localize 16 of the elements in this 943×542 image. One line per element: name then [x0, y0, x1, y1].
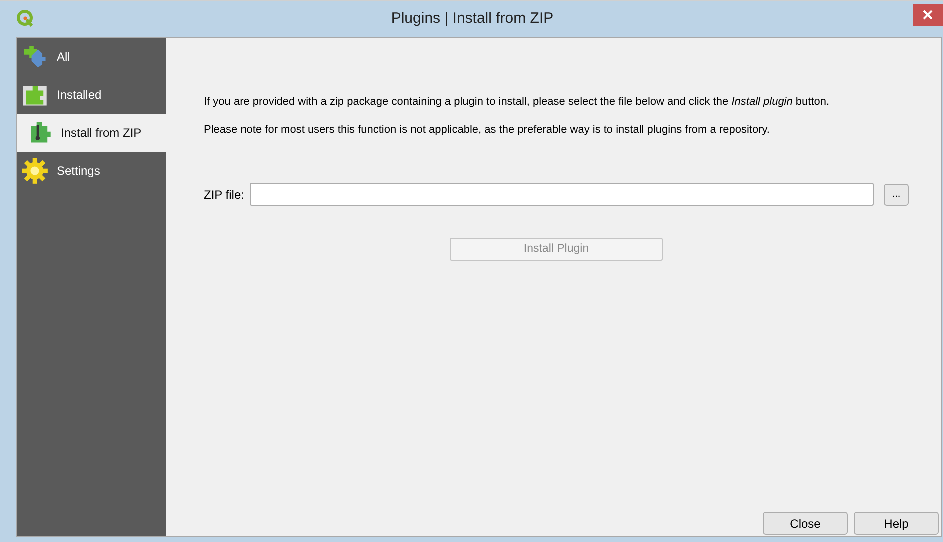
browse-button[interactable]: ... [884, 184, 909, 206]
close-button[interactable] [913, 4, 943, 26]
zip-file-label: ZIP file: [204, 186, 244, 204]
instruction-text: Please note for most users this function is not applicable, as the preferable way is to install plugins from a repository. [204, 122, 771, 138]
instruction-text: If you are provided with a zip package containing a plugin to install, please select the file below and click the Install plugin button. [204, 95, 831, 110]
sidebar-item[interactable]: Settings [17, 152, 166, 190]
close-icon [923, 10, 933, 20]
gear-icon [21, 157, 49, 185]
sidebar-item[interactable]: All [17, 38, 166, 76]
dialog-button[interactable]: Help [854, 512, 939, 535]
dialog-button[interactable]: Close [763, 512, 848, 535]
app-logo-icon [16, 9, 36, 29]
window-title: Plugins | Install from ZIP [390, 8, 555, 29]
sidebar-item[interactable]: Install from ZIP [17, 114, 166, 152]
zip-file-field[interactable] [250, 183, 874, 206]
sidebar-item[interactable]: Installed [17, 76, 166, 114]
